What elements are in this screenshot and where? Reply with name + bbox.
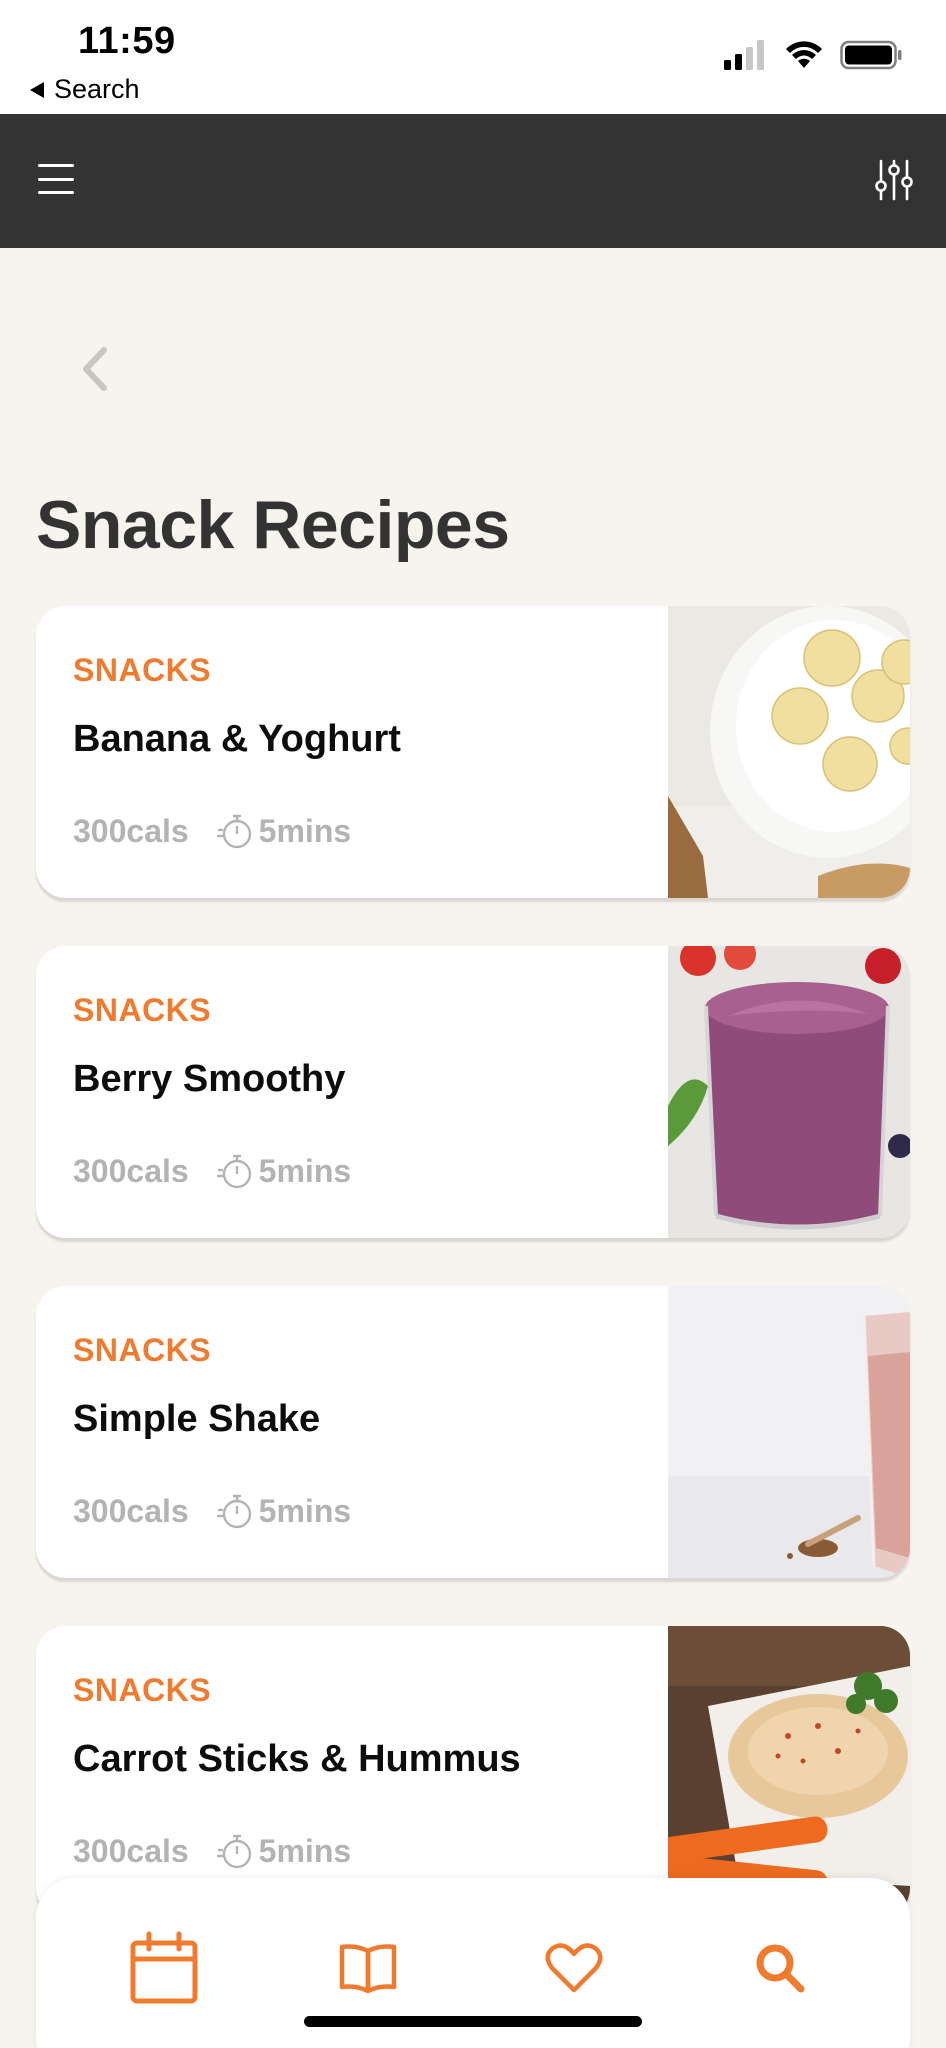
recipe-time: 5mins [258, 1832, 352, 1869]
tab-calendar[interactable] [124, 1928, 204, 2008]
recipe-card-body: SNACKS Berry Smoothy 300cals 5mins [73, 946, 653, 1238]
recipe-name: Berry Smoothy [73, 1058, 346, 1100]
menu-button[interactable] [38, 164, 74, 194]
recipe-calories: 300cals [73, 812, 189, 849]
recipe-category: SNACKS [73, 652, 212, 688]
status-bar: 11:59 Search [0, 0, 946, 114]
recipe-card[interactable]: SNACKS Banana & Yoghurt 300cals 5mins [36, 606, 910, 898]
home-indicator [304, 2016, 642, 2027]
tab-search[interactable] [740, 1928, 820, 2008]
book-icon [339, 1944, 397, 1993]
recipe-card-body: SNACKS Carrot Sticks & Hummus 300cals 5m… [73, 1626, 653, 1918]
back-to-search-link[interactable]: Search [30, 74, 140, 105]
carrot-hummus-image [668, 1626, 910, 1918]
recipe-name: Carrot Sticks & Hummus [73, 1738, 521, 1780]
stopwatch-icon [216, 1834, 251, 1869]
stopwatch-icon [216, 814, 251, 849]
filter-sliders-icon[interactable] [874, 158, 914, 202]
heart-icon [545, 1943, 603, 1993]
back-to-search-label: Search [54, 74, 140, 104]
recipe-calories: 300cals [73, 1832, 189, 1869]
recipe-card-body: SNACKS Simple Shake 300cals 5mins [73, 1286, 653, 1578]
pink-shake-image [668, 1286, 910, 1578]
tab-recipes[interactable] [328, 1928, 408, 2008]
recipe-time: 5mins [258, 1152, 352, 1189]
search-icon [756, 1944, 805, 1993]
recipe-category: SNACKS [73, 1332, 212, 1368]
recipe-meta: 300cals 5mins [73, 1150, 351, 1192]
recipe-card-body: SNACKS Banana & Yoghurt 300cals 5mins [73, 606, 653, 898]
recipe-category: SNACKS [73, 1672, 212, 1708]
recipe-category: SNACKS [73, 992, 212, 1028]
stopwatch-icon [216, 1154, 251, 1189]
stopwatch-icon [216, 1494, 251, 1529]
recipe-card[interactable]: SNACKS Carrot Sticks & Hummus 300cals 5m… [36, 1626, 910, 1918]
back-triangle-icon [30, 81, 44, 98]
berry-smoothie-image [668, 946, 910, 1238]
wifi-icon [786, 41, 822, 68]
recipe-meta: 300cals 5mins [73, 1830, 351, 1872]
status-icons [724, 40, 902, 70]
recipe-name: Simple Shake [73, 1398, 321, 1440]
recipe-calories: 300cals [73, 1492, 189, 1529]
cellular-signal-icon [724, 40, 764, 70]
recipe-meta: 300cals 5mins [73, 1490, 351, 1532]
recipe-name: Banana & Yoghurt [73, 718, 401, 760]
status-time: 11:59 [78, 20, 176, 62]
recipe-card[interactable]: SNACKS Berry Smoothy 300cals 5mins [36, 946, 910, 1238]
recipe-calories: 300cals [73, 1152, 189, 1189]
banana-yoghurt-image [668, 606, 910, 898]
hamburger-icon-line [38, 164, 74, 167]
calendar-icon [130, 1931, 198, 2004]
recipe-time: 5mins [258, 1492, 352, 1529]
recipe-meta: 300cals 5mins [73, 810, 351, 852]
page-title: Snack Recipes [36, 487, 510, 563]
hamburger-icon-line [38, 177, 74, 181]
back-chevron-icon[interactable] [76, 344, 116, 394]
recipe-card[interactable]: SNACKS Simple Shake 300cals 5mins [36, 1286, 910, 1578]
recipe-time: 5mins [258, 812, 352, 849]
battery-icon [840, 40, 902, 70]
app-header [0, 114, 946, 248]
hamburger-icon-line [38, 191, 74, 194]
tab-favourites[interactable] [534, 1928, 614, 2008]
